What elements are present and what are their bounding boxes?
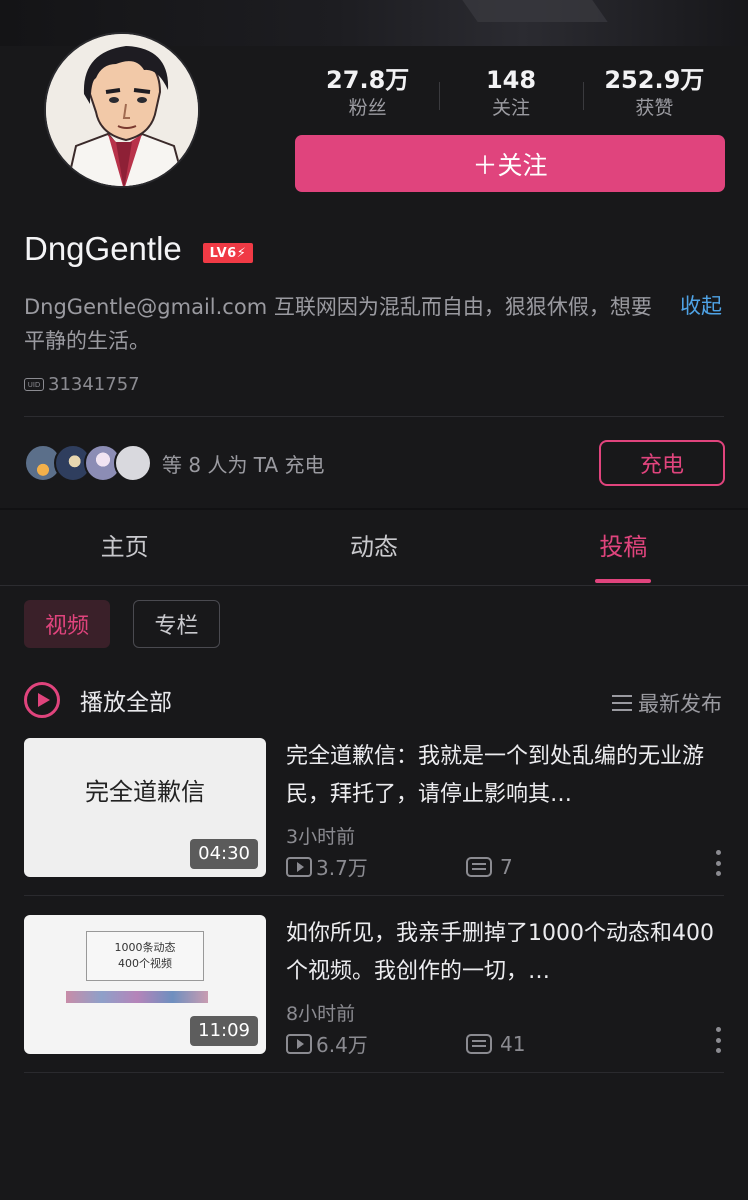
video-stats: 3.7万 7 [286, 852, 726, 881]
thumbnail-text: 完全道歉信 [85, 778, 205, 806]
uid-icon: UID [24, 378, 44, 391]
tab-uploads[interactable]: 投稿 [499, 510, 748, 585]
video-time: 8小时前 [286, 1003, 356, 1025]
stat-value: 252.9万 [604, 66, 705, 94]
view-count: 3.7万 [316, 856, 368, 880]
supporter-avatar [114, 444, 152, 482]
avatar[interactable] [44, 32, 200, 188]
comment-icon [466, 856, 492, 877]
stat-value: 148 [485, 66, 537, 94]
sort-lines-icon [612, 695, 632, 711]
video-thumbnail[interactable]: 完全道歉信 04:30 [24, 738, 266, 877]
charge-text: 等 8 人为 TA 充电 [162, 452, 325, 477]
video-duration: 04:30 [190, 839, 258, 869]
uid-row: UID 31341757 [24, 374, 140, 395]
level-badge: LV6⚡ [203, 243, 253, 263]
thumbnail-text: 400个视频 [118, 957, 172, 970]
stat-following[interactable]: 148 关注 [439, 64, 582, 122]
thumbnail-screenshot-strip [66, 991, 208, 1003]
uid-value: 31341757 [48, 374, 140, 395]
banner-decoration [462, 0, 608, 22]
comment-count: 41 [500, 1031, 526, 1056]
divider [24, 1072, 724, 1073]
stat-value: 27.8万 [326, 66, 410, 94]
video-thumbnail[interactable]: 1000条动态 400个视频 11:09 [24, 915, 266, 1054]
video-duration: 11:09 [190, 1016, 258, 1046]
video-title[interactable]: 完全道歉信：我就是一个到处乱编的无业游民，拜托了，请停止影响其… [286, 738, 716, 814]
profile-stats: 27.8万 粉丝 148 关注 252.9万 获赞 [296, 64, 726, 122]
video-title[interactable]: 如你所见，我亲手删掉了1000个动态和400个视频。我创作的一切，… [286, 915, 716, 991]
comment-icon [466, 1033, 492, 1054]
play-all-label: 播放全部 [80, 690, 172, 716]
play-count-icon [286, 1033, 312, 1054]
divider [24, 416, 724, 417]
play-all-button[interactable]: 播放全部 [24, 682, 172, 718]
view-count: 6.4万 [316, 1033, 368, 1057]
sort-label: 最新发布 [638, 692, 722, 716]
sort-button[interactable]: 最新发布 [612, 688, 722, 718]
username: DngGentle [24, 230, 182, 267]
stat-likes[interactable]: 252.9万 获赞 [582, 64, 726, 122]
more-options-icon[interactable] [716, 1027, 722, 1053]
stat-followers[interactable]: 27.8万 粉丝 [296, 64, 439, 122]
thumbnail-caption-box: 1000条动态 400个视频 [86, 931, 204, 981]
play-circle-icon [24, 682, 60, 718]
video-item[interactable]: 完全道歉信 04:30 完全道歉信：我就是一个到处乱编的无业游民，拜托了，请停止… [24, 738, 726, 881]
profile-bio: DngGentle@gmail.com 互联网因为混乱而自由，狠狠休假，想要平静… [24, 295, 652, 353]
filter-column-chip[interactable]: 专栏 [133, 600, 220, 648]
more-options-icon[interactable] [716, 850, 722, 876]
video-item[interactable]: 1000条动态 400个视频 11:09 如你所见，我亲手删掉了1000个动态和… [24, 915, 726, 1058]
stat-label: 获赞 [635, 97, 674, 119]
stat-label: 粉丝 [348, 97, 387, 119]
collapse-bio-link[interactable]: 收起 [680, 290, 722, 320]
comment-count: 7 [500, 854, 513, 879]
charge-button[interactable]: 充电 [599, 440, 725, 486]
charge-supporters[interactable]: 等 8 人为 TA 充电 [24, 442, 325, 484]
tab-home[interactable]: 主页 [0, 510, 249, 585]
play-count-icon [286, 856, 312, 877]
stat-label: 关注 [491, 97, 530, 119]
video-time: 3小时前 [286, 826, 356, 848]
video-stats: 6.4万 41 [286, 1029, 726, 1058]
divider [24, 895, 724, 896]
avatar-illustration [46, 34, 198, 186]
thumbnail-text: 1000条动态 [114, 941, 176, 954]
tab-dynamics[interactable]: 动态 [249, 510, 498, 585]
filter-video-chip[interactable]: 视频 [24, 600, 110, 648]
follow-button[interactable]: ＋关注 [295, 135, 725, 192]
profile-tabs: 主页 动态 投稿 [0, 510, 748, 586]
